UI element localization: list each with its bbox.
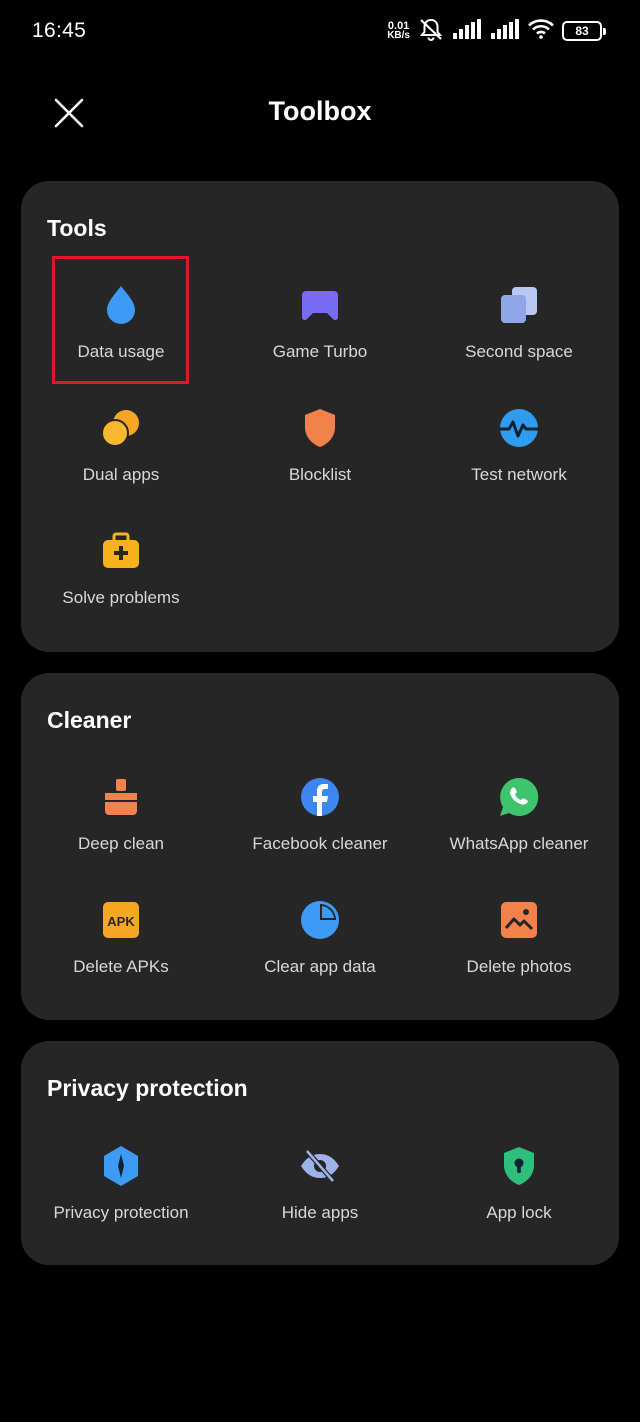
pie-chart-icon [298, 898, 342, 942]
tool-label: Test network [471, 465, 567, 484]
cleaner-label: Facebook cleaner [252, 834, 388, 853]
photo-icon [497, 898, 541, 942]
dual-circles-icon [99, 406, 143, 450]
privacy-hexagon-icon [99, 1144, 143, 1188]
cleaner-whatsapp[interactable]: WhatsApp cleaner [419, 769, 619, 879]
signal-2-icon [490, 18, 520, 44]
tools-section: Tools Data usage Game Turbo Second space… [21, 181, 619, 652]
tool-game-turbo[interactable]: Game Turbo [220, 277, 420, 387]
tool-label: Blocklist [288, 465, 352, 484]
cleaner-label: WhatsApp cleaner [449, 834, 589, 853]
cleaner-section: Cleaner Deep clean Facebook cleaner What… [21, 673, 619, 1020]
network-speed: 0.01 KB/s [387, 21, 410, 41]
tool-solve-problems[interactable]: Solve problems [21, 523, 221, 633]
section-title-tools: Tools [47, 215, 107, 241]
toolbox-icon [99, 529, 143, 573]
page-title: Toolbox [268, 96, 372, 126]
whatsapp-icon [497, 775, 541, 819]
wifi-icon [528, 18, 554, 44]
section-title-cleaner: Cleaner [47, 707, 132, 733]
cleaner-deep-clean[interactable]: Deep clean [21, 769, 221, 879]
tool-blocklist[interactable]: Blocklist [220, 400, 420, 510]
signal-1-icon [452, 18, 482, 44]
privacy-label: App lock [486, 1203, 552, 1222]
tool-test-network[interactable]: Test network [419, 400, 619, 510]
privacy-label: Privacy protection [53, 1203, 189, 1222]
tool-data-usage[interactable]: Data usage [21, 277, 221, 387]
tool-dual-apps[interactable]: Dual apps [21, 400, 221, 510]
tool-label: Second space [465, 342, 573, 361]
lock-shield-icon [497, 1144, 541, 1188]
cleaner-label: Delete photos [466, 957, 572, 976]
cleaner-label: Delete APKs [73, 957, 169, 976]
facebook-icon [298, 775, 342, 819]
stacked-squares-icon [497, 283, 541, 327]
shield-icon [298, 406, 342, 450]
drop-icon [99, 283, 143, 327]
cleaner-label: Deep clean [77, 834, 164, 853]
battery-level: 83 [575, 24, 589, 38]
broom-icon [99, 775, 143, 819]
pulse-icon [497, 406, 541, 450]
tool-label: Solve problems [62, 588, 180, 607]
header: Toolbox [0, 80, 640, 146]
eye-slash-icon [298, 1144, 342, 1188]
gamepad-icon [298, 283, 342, 327]
cleaner-delete-apks[interactable]: APK Delete APKs [21, 892, 221, 1002]
apk-badge-text: APK [107, 914, 135, 929]
cleaner-delete-photos[interactable]: Delete photos [419, 892, 619, 1002]
cleaner-label: Clear app data [264, 957, 376, 976]
cleaner-clear-app-data[interactable]: Clear app data [220, 892, 420, 1002]
status-icons: 0.01 KB/s 83 [387, 17, 606, 46]
privacy-section: Privacy protection Privacy protection Hi… [21, 1041, 619, 1265]
section-title-privacy: Privacy protection [47, 1075, 248, 1101]
privacy-label: Hide apps [281, 1203, 359, 1222]
status-bar: 16:45 0.01 KB/s 83 [0, 0, 640, 62]
tool-label: Game Turbo [272, 342, 368, 361]
tool-second-space[interactable]: Second space [419, 277, 619, 387]
privacy-protection[interactable]: Privacy protection [21, 1138, 221, 1248]
mute-bell-icon [418, 17, 444, 46]
apk-icon: APK [99, 898, 143, 942]
privacy-hide-apps[interactable]: Hide apps [220, 1138, 420, 1248]
tool-label: Dual apps [82, 465, 160, 484]
privacy-app-lock[interactable]: App lock [419, 1138, 619, 1248]
tool-label: Data usage [77, 342, 165, 361]
network-speed-unit: KB/s [387, 30, 410, 41]
cleaner-facebook[interactable]: Facebook cleaner [220, 769, 420, 879]
status-time: 16:45 [32, 19, 87, 42]
battery-indicator: 83 [562, 21, 606, 41]
